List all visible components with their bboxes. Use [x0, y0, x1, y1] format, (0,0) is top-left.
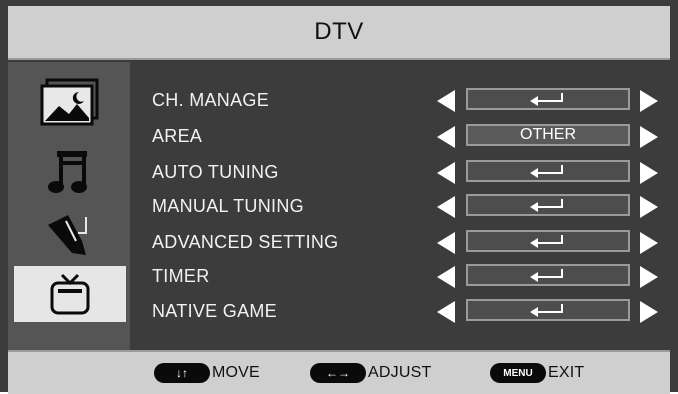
picture-icon [40, 78, 99, 126]
right-arrow-icon[interactable] [640, 126, 658, 148]
right-arrow-icon[interactable] [640, 162, 658, 184]
menu-row-native-game[interactable]: NATIVE GAME [130, 294, 670, 328]
right-arrow-icon[interactable] [640, 196, 658, 218]
enter-icon [530, 269, 563, 282]
enter-icon [530, 165, 563, 178]
area-value-field[interactable]: OTHER [466, 124, 630, 146]
left-arrow-icon[interactable] [437, 301, 455, 323]
hint-adjust-label: ADJUST [368, 364, 432, 381]
menu-item-label: CH. MANAGE [152, 90, 270, 110]
value-field[interactable] [466, 88, 630, 110]
pen-tool-icon [48, 215, 87, 255]
left-arrow-icon[interactable] [437, 90, 455, 112]
left-arrow-icon[interactable] [437, 232, 455, 254]
osd-window: DTV CH. MANAGE AREA OTHER AUTO TUNING MA… [0, 0, 678, 394]
left-arrow-icon[interactable] [437, 162, 455, 184]
menu-item-label: NATIVE GAME [152, 301, 277, 321]
right-arrow-icon[interactable] [640, 232, 658, 254]
hint-move: ↓↑ MOVE [154, 362, 260, 384]
left-right-key-icon: ←→ [310, 363, 366, 383]
menu-row-auto-tuning[interactable]: AUTO TUNING [130, 155, 670, 189]
value-field[interactable] [466, 160, 630, 182]
left-arrow-icon[interactable] [437, 266, 455, 288]
menu-key-icon: MENU [490, 363, 546, 383]
enter-icon [530, 304, 563, 317]
menu-item-label: AREA [152, 126, 203, 146]
menu-row-ch-manage[interactable]: CH. MANAGE [130, 83, 670, 117]
area-value: OTHER [520, 126, 576, 143]
right-arrow-icon[interactable] [640, 301, 658, 323]
value-field[interactable] [466, 299, 630, 321]
menu-row-manual-tuning[interactable]: MANUAL TUNING [130, 189, 670, 223]
hint-exit: MENU EXIT [490, 362, 584, 384]
right-arrow-icon[interactable] [640, 266, 658, 288]
hint-exit-label: EXIT [548, 364, 585, 381]
title-bar: DTV [8, 6, 670, 60]
tv-icon [50, 273, 90, 315]
enter-icon [530, 199, 563, 212]
up-down-key-icon: ↓↑ [154, 363, 210, 383]
menu-item-label: ADVANCED SETTING [152, 232, 339, 252]
sidebar-item-tv[interactable] [14, 266, 126, 322]
enter-icon [530, 235, 563, 248]
right-arrow-icon[interactable] [640, 90, 658, 112]
value-field[interactable] [466, 264, 630, 286]
menu-row-area[interactable]: AREA OTHER [130, 119, 670, 153]
menu-row-advanced-setting[interactable]: ADVANCED SETTING [130, 225, 670, 259]
music-note-icon [48, 151, 87, 193]
menu-item-label: MANUAL TUNING [152, 196, 304, 216]
value-field[interactable] [466, 194, 630, 216]
menu-item-label: TIMER [152, 266, 210, 286]
value-field[interactable] [466, 230, 630, 252]
menu-item-label: AUTO TUNING [152, 162, 279, 182]
page-title: DTV [314, 18, 364, 45]
hint-adjust: ←→ ADJUST [310, 362, 431, 384]
sidebar-item-sound[interactable] [14, 144, 126, 200]
hint-move-label: MOVE [212, 364, 260, 381]
left-arrow-icon[interactable] [437, 126, 455, 148]
sidebar [8, 62, 130, 350]
menu-row-timer[interactable]: TIMER [130, 259, 670, 293]
enter-icon [530, 93, 563, 106]
footer-hints: ↓↑ MOVE ←→ ADJUST MENU EXIT [8, 350, 670, 394]
sidebar-item-function[interactable] [14, 206, 126, 262]
left-arrow-icon[interactable] [437, 196, 455, 218]
sidebar-item-picture[interactable] [14, 74, 126, 130]
